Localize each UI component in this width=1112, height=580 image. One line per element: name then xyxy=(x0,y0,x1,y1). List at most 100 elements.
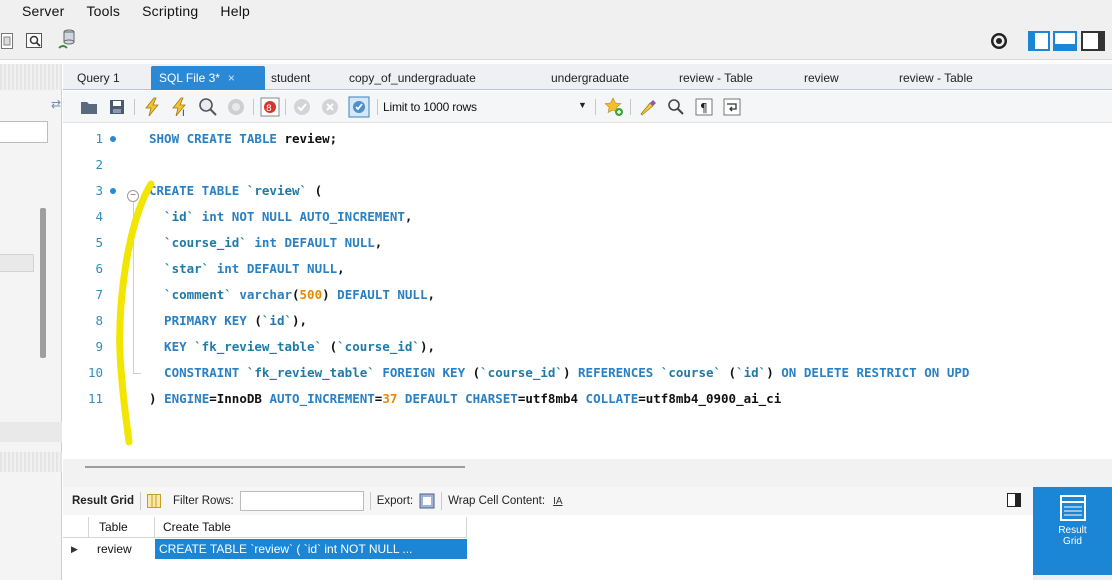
code-token: ( xyxy=(292,287,300,302)
menu-server[interactable]: Server xyxy=(22,3,64,19)
result-grid-tab[interactable]: Result Grid xyxy=(72,495,134,507)
code-line[interactable]: 11) ENGINE=InnoDB AUTO_INCREMENT=37 DEFA… xyxy=(63,386,1112,412)
sql-editor[interactable]: 1 SHOW CREATE TABLE review; 2 3 CREATE TABLE… xyxy=(63,124,1112,459)
wrap-lines-icon[interactable] xyxy=(721,96,743,118)
toggle-secondary-sidebar-icon[interactable] xyxy=(1080,31,1106,51)
cell-table[interactable]: review xyxy=(93,539,155,559)
menu-scripting[interactable]: Scripting xyxy=(142,3,198,19)
commit-icon[interactable] xyxy=(291,96,313,118)
menu-help[interactable]: Help xyxy=(220,3,250,19)
code-line[interactable]: 2 xyxy=(63,152,1112,178)
stop-icon[interactable] xyxy=(225,96,247,118)
code-token: PRIMARY KEY xyxy=(149,313,255,328)
fold-toggle-icon[interactable]: − xyxy=(127,190,139,202)
code-token: =utf8mb4 xyxy=(517,391,586,406)
execute-lightning-icon[interactable] xyxy=(141,96,163,118)
code-token: DEFAULT NULL xyxy=(337,287,428,302)
column-header-create-table[interactable]: Create Table xyxy=(155,517,467,538)
filter-rows-input[interactable] xyxy=(239,491,364,511)
code-text: PRIMARY KEY (`id`), xyxy=(149,308,307,334)
toolbar-separator xyxy=(134,99,135,115)
tab-label: copy_of_undergraduate xyxy=(349,71,476,85)
code-line[interactable]: 4 `id` int NOT NULL AUTO_INCREMENT, xyxy=(63,204,1112,230)
sidebar-selected-row[interactable] xyxy=(0,254,34,272)
tab-sql-file-3[interactable]: SQL File 3* × xyxy=(151,66,265,90)
code-token: `comment` xyxy=(149,287,240,302)
tab-review[interactable]: review xyxy=(796,66,847,90)
column-header-table[interactable]: Table xyxy=(89,517,155,538)
limit-rows-select[interactable]: Limit to 1000 rows xyxy=(383,98,493,116)
explain-magnifier-icon[interactable] xyxy=(197,96,219,118)
tab-undergraduate[interactable]: undergraduate xyxy=(543,66,637,90)
sidebar-refresh-icon[interactable]: ⇄ xyxy=(51,97,61,111)
menu-tools[interactable]: Tools xyxy=(86,3,120,19)
export-label: Export: xyxy=(376,495,414,507)
toolbar-separator xyxy=(630,99,631,115)
menu-bar: Server Tools Scripting Help xyxy=(0,0,1112,22)
code-token: `star` xyxy=(149,261,217,276)
execute-current-icon[interactable]: I xyxy=(169,96,191,118)
schema-filter-input[interactable] xyxy=(0,121,48,143)
code-token: ) xyxy=(562,365,579,380)
code-line[interactable]: 5 `course_id` int DEFAULT NULL, xyxy=(63,230,1112,256)
toolbar-separator xyxy=(377,99,378,115)
code-token: ON DELETE RESTRICT ON UPD xyxy=(781,365,970,380)
code-token: `fk_review_table` xyxy=(194,339,330,354)
code-token: int DEFAULT NULL xyxy=(216,261,338,276)
horizontal-scrollbar[interactable] xyxy=(85,466,465,468)
code-token: ENGINE xyxy=(164,391,210,406)
settings-gear-icon[interactable] xyxy=(988,30,1010,52)
autocommit-toggle-icon[interactable] xyxy=(347,95,371,119)
code-line[interactable]: 6 `star` int DEFAULT NULL, xyxy=(63,256,1112,282)
find-icon[interactable] xyxy=(665,96,687,118)
tab-query-1[interactable]: Query 1 xyxy=(69,66,128,90)
open-folder-icon[interactable] xyxy=(79,97,99,117)
cell-create-table[interactable]: CREATE TABLE `review` ( `id` int NOT NUL… xyxy=(155,539,467,559)
sidebar-section-divider xyxy=(0,422,62,442)
code-token: `course` xyxy=(660,365,729,380)
reconnect-icon[interactable] xyxy=(56,27,78,53)
toggle-output-icon[interactable] xyxy=(1052,31,1078,51)
toggle-error-icon[interactable]: 8 xyxy=(259,96,281,118)
code-token: =InnoDB xyxy=(209,391,270,406)
code-token: `fk_review_table` xyxy=(246,365,383,380)
tab-review-table[interactable]: review - Table xyxy=(671,66,761,90)
add-snippet-star-icon[interactable] xyxy=(603,96,625,118)
inspector-icon[interactable] xyxy=(24,31,46,51)
result-grid-button[interactable]: Result Grid xyxy=(1033,487,1112,575)
toggle-panel-icon[interactable] xyxy=(1007,493,1021,507)
code-text: `id` int NOT NULL AUTO_INCREMENT, xyxy=(149,204,412,230)
export-icon[interactable] xyxy=(419,493,435,509)
sidebar-scrollbar[interactable] xyxy=(40,208,46,358)
code-line[interactable]: 7 `comment` varchar(500) DEFAULT NULL, xyxy=(63,282,1112,308)
toggle-sidebar-icon[interactable] xyxy=(1028,31,1050,51)
editor-results-splitter[interactable] xyxy=(63,459,1112,487)
beautify-brush-icon[interactable] xyxy=(637,96,659,118)
panel-icon[interactable] xyxy=(0,32,14,50)
line-number: 9 xyxy=(95,339,103,354)
rollback-icon[interactable] xyxy=(319,96,341,118)
close-icon[interactable]: × xyxy=(228,71,235,85)
statement-marker-icon xyxy=(110,136,116,142)
code-line[interactable]: 3 CREATE TABLE `review` ( xyxy=(63,178,1112,204)
grid-columns-icon[interactable] xyxy=(146,494,161,508)
result-grid[interactable]: Table Create Table ▶ review CREATE TABLE… xyxy=(63,515,1033,580)
tab-label: review xyxy=(804,71,839,85)
wrap-cell-icon[interactable]: IA xyxy=(553,496,562,507)
tab-copy-of-undergraduate[interactable]: copy_of_undergraduate xyxy=(341,66,484,90)
code-token: COLLATE xyxy=(585,391,639,406)
code-token: ), xyxy=(292,313,308,328)
row-marker[interactable]: ▶ xyxy=(67,539,87,559)
invisible-chars-icon[interactable]: ¶ xyxy=(693,96,715,118)
code-line[interactable]: 10 CONSTRAINT `fk_review_table` FOREIGN … xyxy=(63,360,1112,386)
chevron-down-icon[interactable]: ▼ xyxy=(578,100,587,110)
code-line[interactable]: 8 PRIMARY KEY (`id`), xyxy=(63,308,1112,334)
tab-label: review - Table xyxy=(679,71,753,85)
code-line[interactable]: 9 KEY `fk_review_table` (`course_id`), xyxy=(63,334,1112,360)
save-icon[interactable] xyxy=(107,97,127,117)
toolbar-separator xyxy=(139,492,141,510)
tab-review-table-2[interactable]: review - Table xyxy=(891,66,981,90)
code-line[interactable]: 1 SHOW CREATE TABLE review; xyxy=(63,126,1112,152)
svg-text:8: 8 xyxy=(266,104,272,114)
tab-student[interactable]: student xyxy=(263,66,318,90)
